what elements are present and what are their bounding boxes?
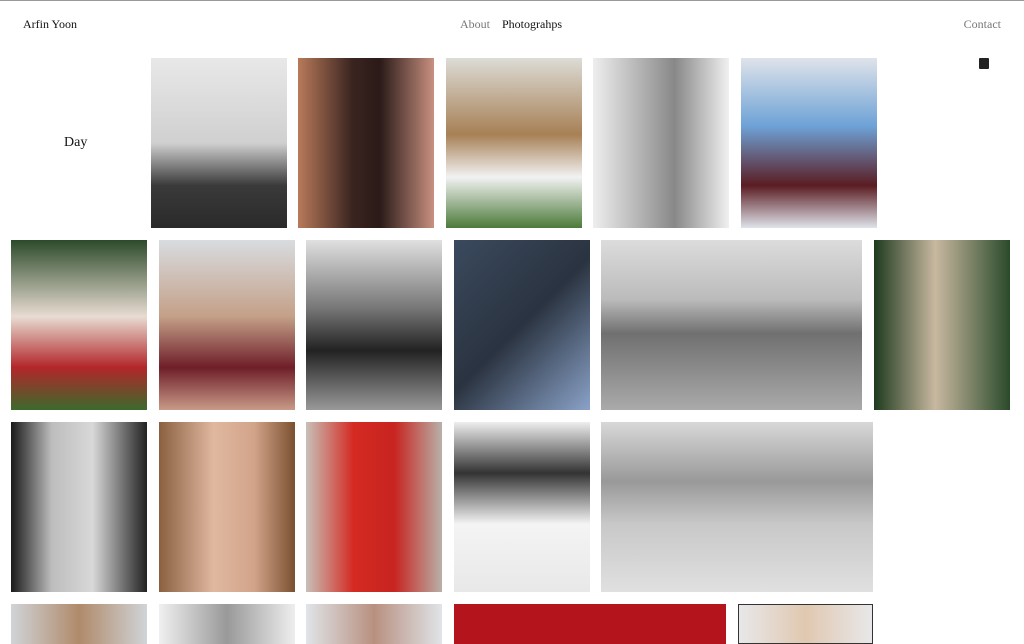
photo[interactable] — [11, 240, 147, 410]
square-icon[interactable] — [979, 58, 989, 69]
photo[interactable] — [741, 58, 877, 228]
photo[interactable] — [11, 604, 147, 644]
photo[interactable] — [298, 58, 434, 228]
site-brand[interactable]: Arfin Yoon — [23, 17, 77, 32]
photo[interactable] — [446, 58, 582, 228]
photo[interactable] — [874, 240, 1010, 410]
photo[interactable] — [454, 422, 590, 592]
nav-about[interactable]: About — [460, 17, 490, 32]
photo[interactable] — [159, 240, 295, 410]
photo[interactable] — [601, 422, 873, 592]
photo[interactable] — [306, 240, 442, 410]
photo[interactable] — [306, 422, 442, 592]
photo[interactable] — [454, 240, 590, 410]
photo[interactable] — [306, 604, 442, 644]
photo[interactable] — [738, 604, 873, 644]
photo[interactable] — [159, 604, 295, 644]
nav-photographs[interactable]: Photograhps — [502, 17, 562, 32]
photo[interactable] — [159, 422, 295, 592]
photo[interactable] — [593, 58, 729, 228]
photo[interactable] — [454, 604, 726, 644]
photo[interactable] — [601, 240, 862, 410]
photo[interactable] — [11, 422, 147, 592]
section-title: Day — [64, 135, 88, 150]
photo[interactable] — [151, 58, 287, 228]
nav-contact[interactable]: Contact — [964, 17, 1001, 32]
